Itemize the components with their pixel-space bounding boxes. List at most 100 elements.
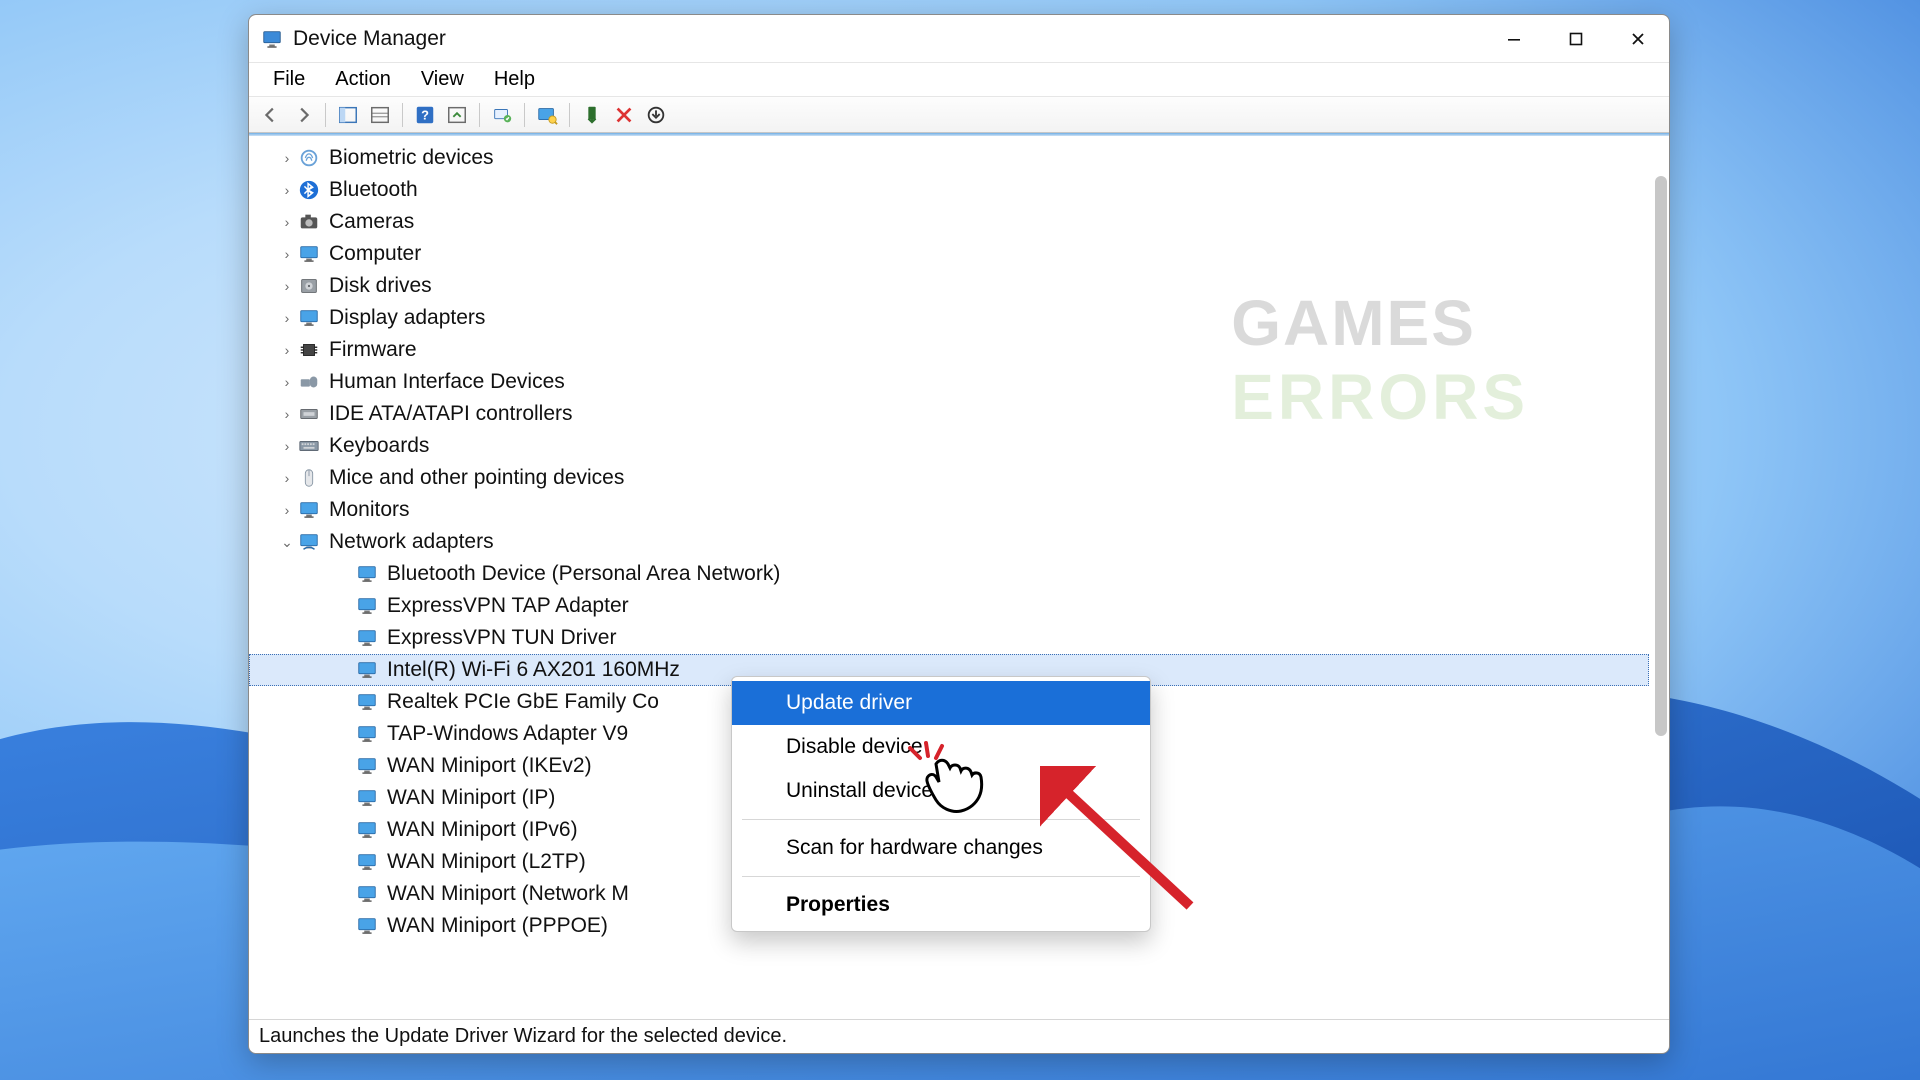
monitor-icon	[297, 306, 321, 330]
window-title: Device Manager	[293, 27, 1483, 51]
tree-category-label: Computer	[329, 242, 421, 266]
context-menu: Update driverDisable deviceUninstall dev…	[731, 676, 1151, 932]
tree-category[interactable]: › IDE ATA/ATAPI controllers	[249, 398, 1649, 430]
tree-device-label: WAN Miniport (IPv6)	[387, 818, 578, 842]
network-icon	[297, 530, 321, 554]
net-device-icon	[355, 914, 379, 938]
refresh-button[interactable]	[441, 101, 473, 129]
expander-icon[interactable]: ›	[277, 502, 297, 518]
expander-icon[interactable]: ›	[277, 406, 297, 422]
tree-device[interactable]: ExpressVPN TAP Adapter	[249, 590, 1649, 622]
net-device-icon	[355, 818, 379, 842]
toolbar-separator	[524, 103, 525, 127]
tree-category-label: Firmware	[329, 338, 417, 362]
tree-device-label: Intel(R) Wi-Fi 6 AX201 160MHz	[387, 658, 680, 682]
net-device-icon	[355, 562, 379, 586]
expander-icon[interactable]: ›	[277, 310, 297, 326]
expander-icon[interactable]: ›	[277, 150, 297, 166]
tree-category[interactable]: ›Human Interface Devices	[249, 366, 1649, 398]
context-menu-item[interactable]: Uninstall device	[732, 769, 1150, 813]
expander-icon[interactable]: ›	[277, 374, 297, 390]
context-menu-item[interactable]: Scan for hardware changes	[732, 826, 1150, 870]
minimize-button[interactable]	[1483, 15, 1545, 62]
tree-category[interactable]: › Monitors	[249, 494, 1649, 526]
menubar: File Action View Help	[249, 63, 1669, 97]
context-menu-divider	[742, 876, 1140, 877]
menu-action[interactable]: Action	[321, 64, 405, 95]
close-button[interactable]	[1607, 15, 1669, 62]
tree-device-label: ExpressVPN TAP Adapter	[387, 594, 629, 618]
toolbar-separator	[479, 103, 480, 127]
scrollbar-thumb[interactable]	[1655, 176, 1667, 736]
expander-icon[interactable]: ›	[277, 246, 297, 262]
context-menu-item[interactable]: Update driver	[732, 681, 1150, 725]
mouse-icon	[297, 466, 321, 490]
tree-category[interactable]: › Bluetooth	[249, 174, 1649, 206]
enable-device-button[interactable]	[576, 101, 608, 129]
ide-icon	[297, 402, 321, 426]
menu-help[interactable]: Help	[480, 64, 549, 95]
scan-hardware-button[interactable]	[531, 101, 563, 129]
tree-category[interactable]: ›Mice and other pointing devices	[249, 462, 1649, 494]
context-menu-item[interactable]: Disable device	[732, 725, 1150, 769]
tree-device-label: WAN Miniport (L2TP)	[387, 850, 586, 874]
statusbar: Launches the Update Driver Wizard for th…	[249, 1019, 1669, 1053]
toolbar-separator	[325, 103, 326, 127]
tree-category[interactable]: › Firmware	[249, 334, 1649, 366]
tree-category[interactable]: › Keyboards	[249, 430, 1649, 462]
device-manager-window: Device Manager File Action View Help ?	[248, 14, 1670, 1054]
net-device-icon	[355, 882, 379, 906]
uninstall-device-button[interactable]	[640, 101, 672, 129]
tree-device-label: WAN Miniport (PPPOE)	[387, 914, 608, 938]
properties-pane-button[interactable]	[364, 101, 396, 129]
monitor-icon	[297, 498, 321, 522]
camera-icon	[297, 210, 321, 234]
update-driver-button[interactable]	[486, 101, 518, 129]
tree-category-label: Network adapters	[329, 530, 494, 554]
tree-category[interactable]: ›Display adapters	[249, 302, 1649, 334]
keyboard-icon	[297, 434, 321, 458]
statusbar-text: Launches the Update Driver Wizard for th…	[259, 1025, 787, 1048]
menu-view[interactable]: View	[407, 64, 478, 95]
tree-device-label: WAN Miniport (Network M	[387, 882, 629, 906]
tree-category[interactable]: ⌄ Network adapters	[249, 526, 1649, 558]
expander-icon[interactable]: ›	[277, 470, 297, 486]
window-controls	[1483, 15, 1669, 62]
expander-icon[interactable]: ⌄	[277, 534, 297, 551]
maximize-button[interactable]	[1545, 15, 1607, 62]
context-menu-item[interactable]: Properties	[732, 883, 1150, 927]
expander-icon[interactable]: ›	[277, 342, 297, 358]
menu-file[interactable]: File	[259, 64, 319, 95]
tree-device[interactable]: ExpressVPN TUN Driver	[249, 622, 1649, 654]
tree-device-label: ExpressVPN TUN Driver	[387, 626, 616, 650]
net-device-icon	[355, 850, 379, 874]
net-device-icon	[355, 626, 379, 650]
tree-device-label: WAN Miniport (IP)	[387, 786, 555, 810]
fingerprint-icon	[297, 146, 321, 170]
expander-icon[interactable]: ›	[277, 438, 297, 454]
expander-icon[interactable]: ›	[277, 182, 297, 198]
tree-category[interactable]: ›Biometric devices	[249, 142, 1649, 174]
tree-device[interactable]: Bluetooth Device (Personal Area Network)	[249, 558, 1649, 590]
tree-category-label: Monitors	[329, 498, 410, 522]
expander-icon[interactable]: ›	[277, 278, 297, 294]
tree-category[interactable]: ›Disk drives	[249, 270, 1649, 302]
net-device-icon	[355, 722, 379, 746]
help-button[interactable]: ?	[409, 101, 441, 129]
tree-category[interactable]: › Computer	[249, 238, 1649, 270]
tree-category[interactable]: ›Cameras	[249, 206, 1649, 238]
tree-category-label: Keyboards	[329, 434, 429, 458]
net-device-icon	[355, 690, 379, 714]
tree-category-label: IDE ATA/ATAPI controllers	[329, 402, 573, 426]
hid-icon	[297, 370, 321, 394]
tree-device-label: TAP-Windows Adapter V9	[387, 722, 628, 746]
tree-device-label: Realtek PCIe GbE Family Co	[387, 690, 659, 714]
nav-back-button[interactable]	[255, 101, 287, 129]
svg-text:?: ?	[421, 107, 429, 122]
console-tree-button[interactable]	[332, 101, 364, 129]
expander-icon[interactable]: ›	[277, 214, 297, 230]
tree-category-label: Bluetooth	[329, 178, 418, 202]
disable-device-button[interactable]	[608, 101, 640, 129]
nav-forward-button[interactable]	[287, 101, 319, 129]
net-device-icon	[355, 594, 379, 618]
